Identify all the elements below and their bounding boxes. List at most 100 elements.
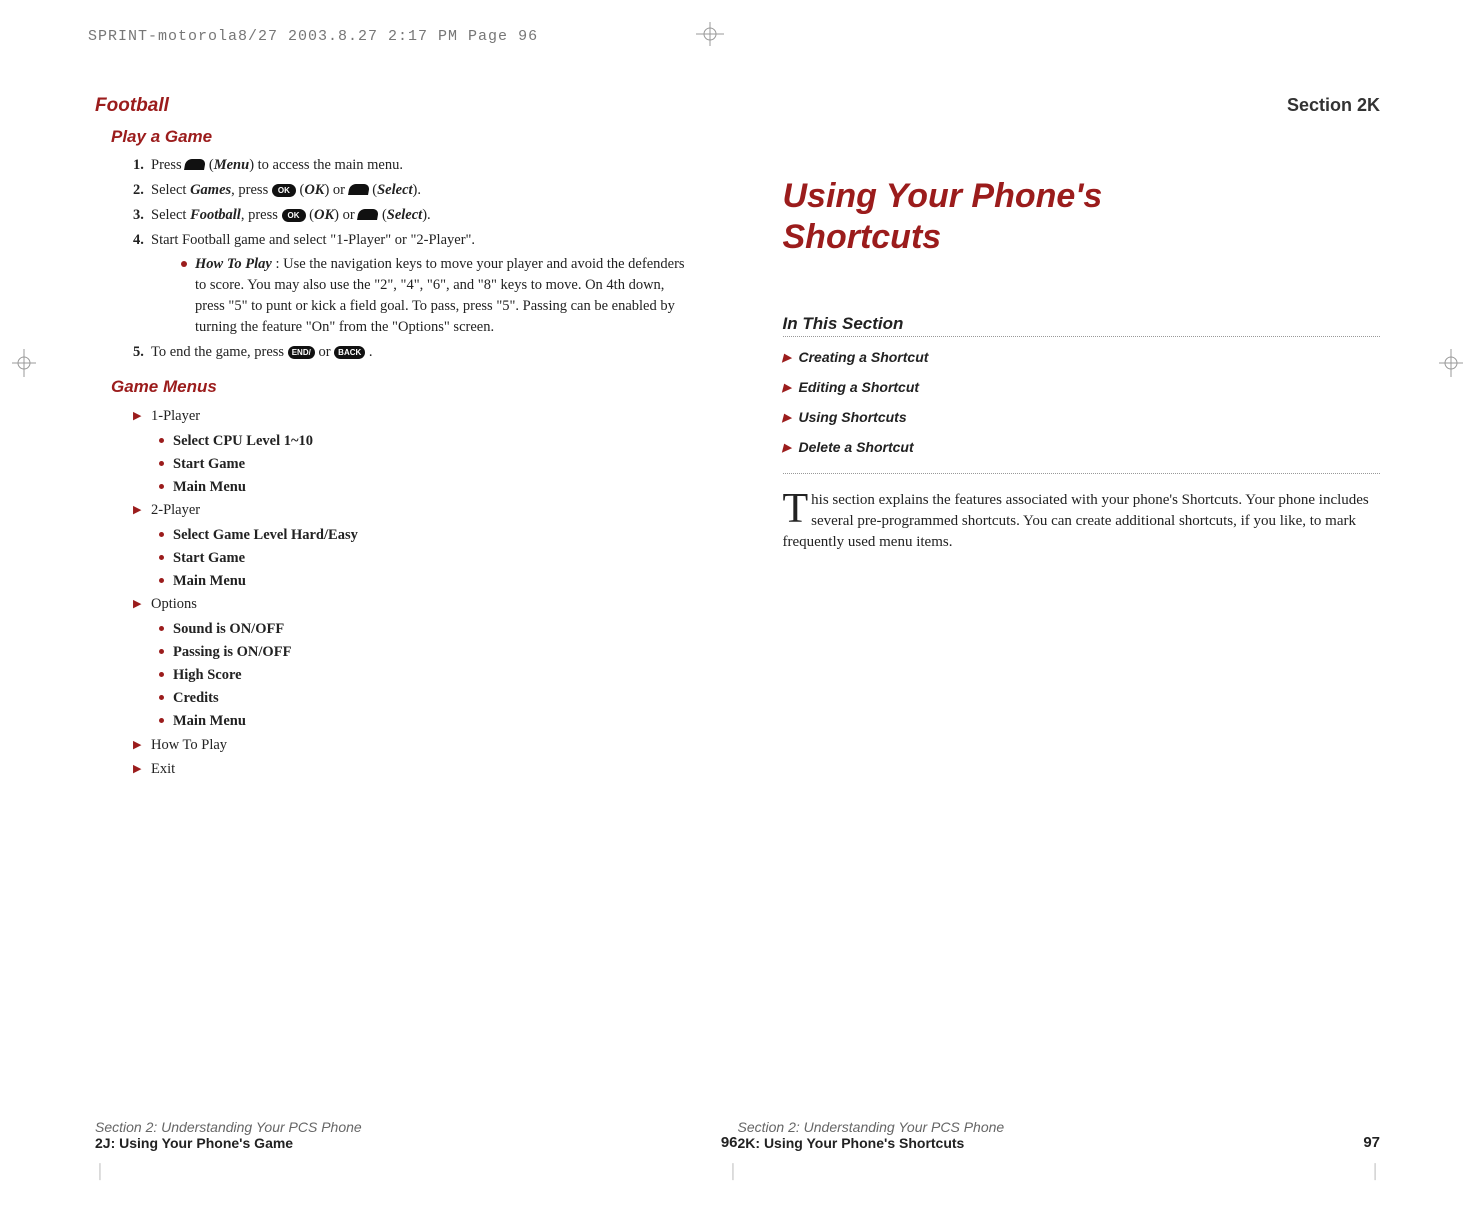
step-text: Start Football game and select "1-Player… <box>151 232 475 248</box>
footer-section: Section 2: Understanding Your PCS Phone <box>95 1119 362 1135</box>
menu-item: High Score <box>159 664 693 687</box>
crop-mark-icon: │ <box>728 1165 738 1181</box>
footer-block: Section 2: Understanding Your PCS Phone … <box>95 1119 362 1151</box>
step-5: 5. To end the game, press END/ or BACK . <box>133 342 693 363</box>
back-key-icon: BACK <box>334 346 365 359</box>
step-text: ). <box>422 207 430 223</box>
menu-exit: ▶ Exit <box>133 758 693 780</box>
game-menus-heading: Game Menus <box>111 377 693 397</box>
page-spread: Football Play a Game 1. Press (Menu) to … <box>95 95 1380 1151</box>
left-footer: Section 2: Understanding Your PCS Phone … <box>95 1119 738 1151</box>
crop-mark-icon: │ <box>1370 1165 1380 1181</box>
step-text: Select <box>151 207 190 223</box>
games-label: Games <box>190 182 231 198</box>
menu-label: 1-Player <box>151 408 200 424</box>
page-number: 97 <box>1363 1134 1380 1151</box>
toc-label: Using Shortcuts <box>799 409 907 425</box>
dropcap: T <box>783 490 812 528</box>
intro-text: his section explains the features associ… <box>783 492 1369 550</box>
menu-item: Main Menu <box>159 476 693 499</box>
menu-label: Exit <box>151 761 175 777</box>
title-line-1: Using Your Phone's <box>783 176 1381 217</box>
page-right: Section 2K Using Your Phone's Shortcuts … <box>738 95 1381 1151</box>
step-num: 1. <box>133 155 144 176</box>
step-3: 3. Select Football, press OK (OK) or (Se… <box>133 205 693 226</box>
registration-mark-right <box>1439 345 1463 386</box>
step-text: To end the game, press <box>151 344 288 360</box>
arrow-icon: ▶ <box>783 351 791 364</box>
arrow-icon: ▶ <box>783 411 791 424</box>
ok-label: OK <box>314 207 334 223</box>
menu-1player: ▶ 1-Player <box>133 405 693 427</box>
toc: ▶ Creating a Shortcut ▶ Editing a Shortcut… <box>783 349 1381 474</box>
menu-label: Menu <box>214 157 249 173</box>
softkey-icon <box>357 209 379 220</box>
step-num: 5. <box>133 342 144 363</box>
step-num: 4. <box>133 230 144 251</box>
toc-label: Creating a Shortcut <box>799 349 929 365</box>
footer-subsection: 2J: Using Your Phone's Game <box>95 1135 362 1151</box>
in-this-section-heading: In This Section <box>783 314 1381 337</box>
footer-section: Section 2: Understanding Your PCS Phone <box>738 1119 1005 1135</box>
step-4: 4. Start Football game and select "1-Pla… <box>133 230 693 338</box>
step-text: . <box>365 344 372 360</box>
menu-label: 2-Player <box>151 502 200 518</box>
select-label: Select <box>387 207 422 223</box>
end-key-icon: END/ <box>288 346 315 359</box>
arrow-icon: ▶ <box>133 502 141 519</box>
menu-2player: ▶ 2-Player <box>133 499 693 521</box>
left-title: Football <box>95 95 693 117</box>
menu-label: How To Play <box>151 737 227 753</box>
arrow-icon: ▶ <box>133 737 141 754</box>
step-2: 2. Select Games, press OK (OK) or (Selec… <box>133 180 693 201</box>
print-header: SPRINT-motorola8/27 2003.8.27 2:17 PM Pa… <box>88 28 538 45</box>
footer-block: Section 2: Understanding Your PCS Phone … <box>738 1119 1005 1151</box>
registration-mark-left <box>12 345 36 386</box>
play-steps: 1. Press (Menu) to access the main menu.… <box>133 155 693 363</box>
menu-item: Passing is ON/OFF <box>159 641 693 664</box>
menu-item: Sound is ON/OFF <box>159 618 693 641</box>
step-num: 2. <box>133 180 144 201</box>
toc-label: Editing a Shortcut <box>799 379 920 395</box>
arrow-icon: ▶ <box>133 596 141 613</box>
step-text: or <box>315 344 334 360</box>
select-label: Select <box>377 182 412 198</box>
title-line-2: Shortcuts <box>783 217 1381 258</box>
menu-item: Credits <box>159 687 693 710</box>
toc-item: ▶ Editing a Shortcut <box>783 379 1381 395</box>
toc-item: ▶ Creating a Shortcut <box>783 349 1381 365</box>
menu-item: Select Game Level Hard/Easy <box>159 524 693 547</box>
intro-paragraph: This section explains the features assoc… <box>783 490 1381 553</box>
softkey-icon <box>348 184 370 195</box>
menu-item: Start Game <box>159 453 693 476</box>
step-text: ) or <box>324 182 348 198</box>
right-footer: Section 2: Understanding Your PCS Phone … <box>738 1119 1381 1151</box>
chapter-title: Using Your Phone's Shortcuts <box>783 176 1381 258</box>
ok-key-icon: OK <box>272 184 296 197</box>
section-label: Section 2K <box>783 95 1381 116</box>
arrow-icon: ▶ <box>783 381 791 394</box>
step-text: ( <box>205 157 213 173</box>
arrow-icon: ▶ <box>133 761 141 778</box>
menu-label: Options <box>151 596 197 612</box>
step-text: ( <box>306 207 314 223</box>
toc-item: ▶ Using Shortcuts <box>783 409 1381 425</box>
play-a-game-heading: Play a Game <box>111 127 693 147</box>
arrow-icon: ▶ <box>133 408 141 425</box>
toc-item: ▶Delete a Shortcut <box>783 439 1381 455</box>
step-text: ( <box>378 207 386 223</box>
step-text: , press <box>241 207 282 223</box>
step-text: ). <box>413 182 421 198</box>
page-number: 96 <box>721 1134 738 1151</box>
menu-item: Main Menu <box>159 570 693 593</box>
step-text: , press <box>231 182 272 198</box>
menu-options: ▶ Options <box>133 593 693 615</box>
step-text: Press <box>151 157 185 173</box>
menu-item: Main Menu <box>159 710 693 733</box>
game-menus: ▶1-Player Select CPU Level 1~10 Start Ga… <box>133 405 693 780</box>
crop-mark-icon: │ <box>95 1165 105 1181</box>
football-label: Football <box>190 207 241 223</box>
step-text: ) to access the main menu. <box>249 157 403 173</box>
footer-subsection: 2K: Using Your Phone's Shortcuts <box>738 1135 1005 1151</box>
softkey-icon <box>184 159 206 170</box>
